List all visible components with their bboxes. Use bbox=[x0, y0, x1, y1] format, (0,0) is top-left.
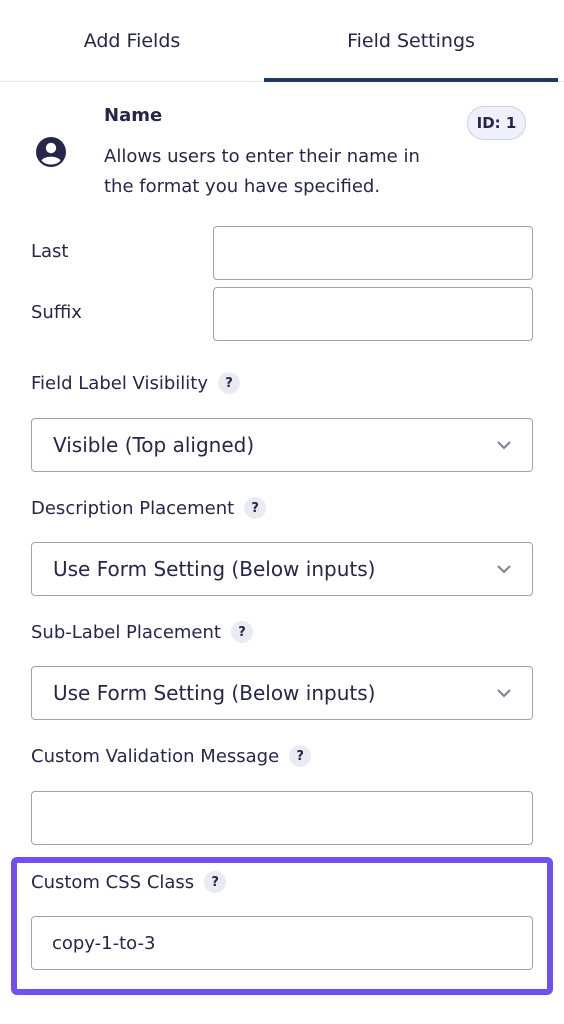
field-id-badge: ID: 1 bbox=[467, 106, 526, 140]
label-visibility-label: Field Label Visibility? bbox=[31, 372, 240, 395]
label-visibility-select[interactable]: Visible (Top aligned) bbox=[31, 418, 533, 472]
custom-css-text: Custom CSS Class bbox=[31, 872, 195, 893]
sublabel-placement-select[interactable]: Use Form Setting (Below inputs) bbox=[31, 666, 533, 720]
sublabel-placement-value: Use Form Setting (Below inputs) bbox=[53, 681, 376, 705]
help-icon[interactable]: ? bbox=[244, 497, 267, 519]
chevron-down-icon bbox=[497, 441, 511, 450]
user-circle-icon bbox=[36, 137, 66, 167]
field-title: Name bbox=[104, 105, 163, 126]
help-icon[interactable]: ? bbox=[218, 372, 240, 394]
chevron-down-icon bbox=[497, 565, 511, 574]
custom-validation-text: Custom Validation Message bbox=[31, 746, 280, 767]
field-header: Name Allows users to enter their name in… bbox=[0, 100, 564, 210]
settings-tabs: Add Fields Field Settings bbox=[0, 0, 564, 82]
description-placement-value: Use Form Setting (Below inputs) bbox=[53, 557, 376, 581]
custom-validation-label: Custom Validation Message? bbox=[31, 745, 312, 768]
custom-css-label: Custom CSS Class? bbox=[31, 871, 227, 894]
chevron-down-icon bbox=[497, 689, 511, 698]
tab-field-settings[interactable]: Field Settings bbox=[264, 0, 558, 82]
description-placement-label: Description Placement? bbox=[31, 497, 267, 520]
description-placement-select[interactable]: Use Form Setting (Below inputs) bbox=[31, 542, 533, 596]
label-visibility-text: Field Label Visibility bbox=[31, 373, 208, 394]
tab-add-fields[interactable]: Add Fields bbox=[0, 0, 264, 82]
active-tab-indicator bbox=[264, 78, 558, 82]
help-icon[interactable]: ? bbox=[289, 745, 312, 767]
sublabel-placement-label: Sub-Label Placement? bbox=[31, 621, 253, 644]
field-description: Allows users to enter their name in the … bbox=[104, 146, 420, 197]
help-icon[interactable]: ? bbox=[204, 871, 227, 893]
subfield-label-last: Last bbox=[31, 241, 69, 262]
subfield-input-last[interactable] bbox=[213, 226, 533, 280]
custom-css-input[interactable]: copy-1-to-3 bbox=[31, 916, 533, 970]
subfield-label-suffix: Suffix bbox=[31, 302, 82, 323]
help-icon[interactable]: ? bbox=[230, 621, 253, 643]
sublabel-placement-text: Sub-Label Placement bbox=[31, 622, 221, 643]
subfield-input-suffix[interactable] bbox=[213, 287, 533, 341]
description-placement-text: Description Placement bbox=[31, 498, 235, 519]
label-visibility-value: Visible (Top aligned) bbox=[53, 433, 255, 457]
custom-validation-input[interactable] bbox=[31, 791, 533, 845]
